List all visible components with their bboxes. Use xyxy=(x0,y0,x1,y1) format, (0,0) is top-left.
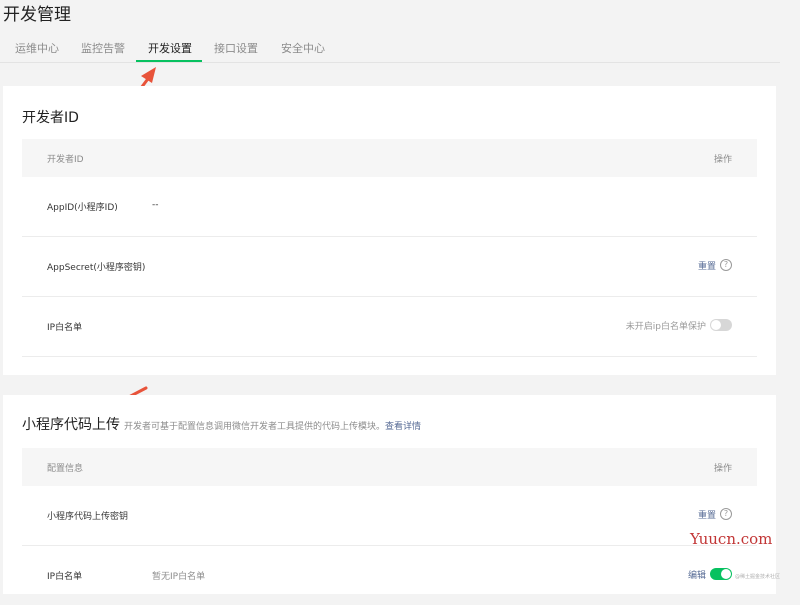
upload-ip-whitelist-label: IP白名单 xyxy=(47,572,83,582)
tab-security-center[interactable]: 安全中心 xyxy=(281,40,325,56)
tab-monitor-alert[interactable]: 监控告警 xyxy=(81,40,125,56)
tab-ops-center[interactable]: 运维中心 xyxy=(15,40,59,56)
ip-whitelist-toggle[interactable] xyxy=(710,319,732,331)
column-header: 开发者ID xyxy=(47,155,84,165)
table-row: AppID(小程序ID) -- xyxy=(22,177,757,237)
tab-dev-settings[interactable]: 开发设置 xyxy=(148,40,192,56)
appid-label: AppID(小程序ID) xyxy=(47,203,118,213)
appid-value: -- xyxy=(152,200,159,210)
upload-key-label: 小程序代码上传密钥 xyxy=(47,512,129,522)
toggle-knob xyxy=(711,320,721,330)
edit-ip-whitelist-button[interactable]: 编辑 xyxy=(688,568,706,581)
watermark: Yuucn.com xyxy=(690,530,773,548)
code-upload-description: 开发者可基于配置信息调用微信开发者工具提供的代码上传模块。查看详情 xyxy=(124,419,421,432)
actions-column-header: 操作 xyxy=(713,155,732,165)
code-upload-title: 小程序代码上传 xyxy=(22,417,120,433)
column-header: 配置信息 xyxy=(47,464,84,474)
table-row: 小程序代码上传密钥 重置 ? xyxy=(22,486,757,546)
appsecret-label: AppSecret(小程序密钥) xyxy=(47,263,146,273)
tab-api-settings[interactable]: 接口设置 xyxy=(214,40,258,56)
upload-ip-whitelist-toggle[interactable] xyxy=(710,568,732,580)
watermark-small: @稀土掘金技术社区 xyxy=(735,574,781,580)
ip-whitelist-label: IP白名单 xyxy=(47,323,83,333)
code-upload-table-header: 配置信息 操作 xyxy=(22,448,757,486)
ip-whitelist-actions: 未开启ip白名单保护 xyxy=(626,316,732,334)
appsecret-actions: 重置 ? xyxy=(698,256,732,274)
table-row: IP白名单 暂无IP白名单 编辑 xyxy=(22,546,757,605)
table-row: AppSecret(小程序密钥) 重置 ? xyxy=(22,237,757,297)
view-details-link[interactable]: 查看详情 xyxy=(385,422,421,432)
code-upload-card: 小程序代码上传 开发者可基于配置信息调用微信开发者工具提供的代码上传模块。查看详… xyxy=(3,395,776,594)
help-icon[interactable]: ? xyxy=(720,508,732,520)
ip-whitelist-status: 未开启ip白名单保护 xyxy=(625,321,706,332)
reset-upload-key-button[interactable]: 重置 xyxy=(698,508,716,521)
page-title: 开发管理 xyxy=(3,5,71,25)
description-text: 开发者可基于配置信息调用微信开发者工具提供的代码上传模块。 xyxy=(124,422,386,432)
upload-key-actions: 重置 ? xyxy=(698,505,732,523)
actions-column-header: 操作 xyxy=(713,464,732,474)
help-icon[interactable]: ? xyxy=(720,259,732,271)
developer-id-title: 开发者ID xyxy=(22,110,79,126)
reset-appsecret-button[interactable]: 重置 xyxy=(698,259,716,272)
table-row: IP白名单 未开启ip白名单保护 xyxy=(22,297,757,357)
upload-ip-whitelist-value: 暂无IP白名单 xyxy=(152,572,206,582)
toggle-knob xyxy=(721,569,731,579)
developer-id-card: 开发者ID 开发者ID 操作 AppID(小程序ID) -- AppSecret… xyxy=(3,86,776,375)
developer-id-table-header: 开发者ID 操作 xyxy=(22,139,757,177)
upload-ip-whitelist-actions: 编辑 xyxy=(688,565,732,583)
